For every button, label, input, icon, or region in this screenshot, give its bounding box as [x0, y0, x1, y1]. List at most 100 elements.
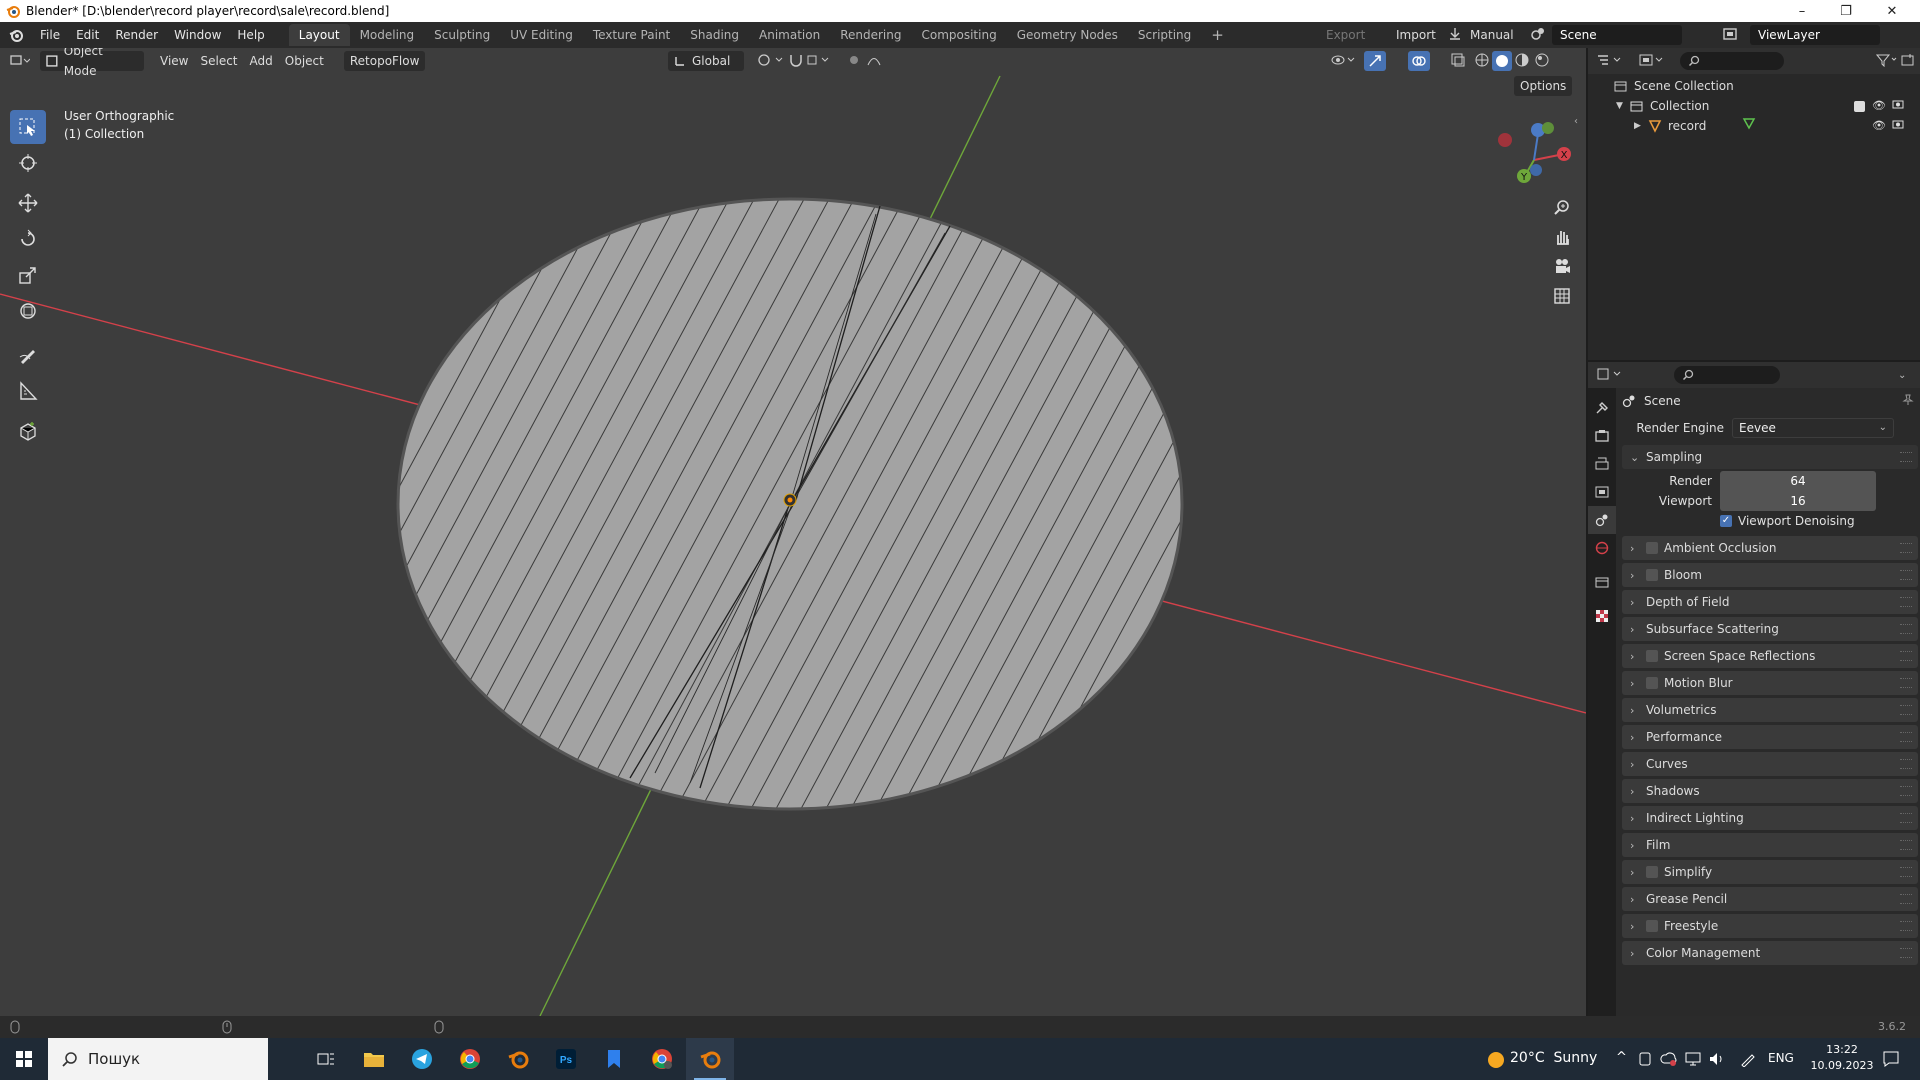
tab-geometry-nodes[interactable]: Geometry Nodes: [1007, 24, 1128, 46]
drag-grip-icon[interactable]: [1900, 948, 1912, 958]
drag-grip-icon[interactable]: [1900, 651, 1912, 661]
bookmark-app-icon[interactable]: [590, 1038, 638, 1080]
drag-grip-icon[interactable]: [1900, 570, 1912, 580]
viewlayer-icon[interactable]: [1722, 26, 1738, 45]
tray-chevron-up-icon[interactable]: ^: [1616, 1050, 1627, 1065]
manual-button[interactable]: Manual: [1464, 25, 1520, 45]
outliner-collection[interactable]: ▼ Collection 👁: [1588, 96, 1920, 116]
measure-tool[interactable]: [10, 374, 46, 408]
solid-shading-icon[interactable]: [1492, 51, 1512, 71]
tray-app-icon[interactable]: [1638, 1051, 1652, 1070]
section-shadows[interactable]: › Shadows: [1622, 779, 1918, 803]
section-grease-pencil[interactable]: › Grease Pencil: [1622, 887, 1918, 911]
viewport-menu-select[interactable]: Select: [194, 51, 243, 71]
rendered-shading-icon[interactable]: [1534, 52, 1550, 71]
expand-arrow-icon[interactable]: ▶: [1634, 116, 1648, 136]
chrome-icon[interactable]: [446, 1038, 494, 1080]
viewport-denoising-row[interactable]: ✓ Viewport Denoising: [1622, 510, 1918, 532]
viewport-denoising-checkbox[interactable]: ✓: [1720, 515, 1732, 527]
viewport-options-button[interactable]: Options: [1514, 76, 1573, 96]
tab-modeling[interactable]: Modeling: [350, 24, 425, 46]
outliner-object-record[interactable]: ▶ record 👁: [1588, 116, 1920, 136]
collection-exclude-checkbox[interactable]: [1854, 100, 1865, 112]
menu-render[interactable]: Render: [107, 22, 166, 48]
restore-button[interactable]: ❐: [1824, 0, 1868, 22]
navigation-gizmo[interactable]: X Y: [1490, 116, 1580, 196]
task-view-icon[interactable]: [302, 1038, 350, 1080]
viewport-samples-field[interactable]: 16: [1720, 491, 1876, 511]
section-motion-blur[interactable]: › Motion Blur: [1622, 671, 1918, 695]
section-color-management[interactable]: › Color Management: [1622, 941, 1918, 965]
scale-tool[interactable]: [10, 258, 46, 292]
viewlayer-name-field[interactable]: ViewLayer: [1750, 25, 1880, 45]
section-ambient-occlusion[interactable]: › Ambient Occlusion: [1622, 536, 1918, 560]
section-depth-of-field[interactable]: › Depth of Field: [1622, 590, 1918, 614]
tool-tab-icon[interactable]: [1588, 394, 1616, 422]
tab-shading[interactable]: Shading: [680, 24, 749, 46]
display-mode-icon[interactable]: [1638, 53, 1666, 70]
blender-active-window-icon[interactable]: [686, 1038, 734, 1080]
drag-grip-icon[interactable]: [1900, 759, 1912, 769]
retopoflow-menu[interactable]: RetopoFlow: [343, 51, 426, 71]
drag-grip-icon[interactable]: [1900, 840, 1912, 850]
viewport-menu-object[interactable]: Object: [279, 51, 330, 71]
drag-grip-icon[interactable]: [1900, 624, 1912, 634]
pivot-icon[interactable]: [756, 52, 784, 71]
menu-help[interactable]: Help: [229, 22, 272, 48]
minimize-button[interactable]: –: [1780, 0, 1824, 22]
section-subsurface-scattering[interactable]: › Subsurface Scattering: [1622, 617, 1918, 641]
windows-start-icon[interactable]: [0, 1038, 48, 1080]
section-enable-checkbox[interactable]: [1646, 866, 1658, 878]
section-sampling[interactable]: ⌄ Sampling: [1622, 445, 1918, 469]
panel-options-chevron-icon[interactable]: ⌄: [1898, 370, 1906, 381]
collection-tab-icon[interactable]: [1588, 568, 1616, 596]
tray-cloud-icon[interactable]: [1660, 1051, 1678, 1070]
section-volumetrics[interactable]: › Volumetrics: [1622, 698, 1918, 722]
move-tool[interactable]: [10, 186, 46, 220]
world-tab-icon[interactable]: [1588, 534, 1616, 562]
section-curves[interactable]: › Curves: [1622, 752, 1918, 776]
tab-sculpting[interactable]: Sculpting: [424, 24, 500, 46]
sidebar-toggle-icon[interactable]: ‹: [1574, 116, 1578, 127]
weather-text[interactable]: 20°C Sunny: [1510, 1050, 1597, 1066]
transform-orientation-dropdown[interactable]: Global: [668, 51, 744, 71]
volume-icon[interactable]: [1708, 1051, 1726, 1070]
tab-animation[interactable]: Animation: [749, 24, 830, 46]
file-explorer-icon[interactable]: [350, 1038, 398, 1080]
section-enable-checkbox[interactable]: [1646, 569, 1658, 581]
drag-grip-icon[interactable]: [1900, 921, 1912, 931]
properties-editor-type-icon[interactable]: [1596, 367, 1624, 384]
section-freestyle[interactable]: › Freestyle: [1622, 914, 1918, 938]
section-film[interactable]: › Film: [1622, 833, 1918, 857]
tab-rendering[interactable]: Rendering: [830, 24, 911, 46]
transform-tool[interactable]: [10, 294, 46, 328]
tab-texture-paint[interactable]: Texture Paint: [583, 24, 680, 46]
drag-grip-icon[interactable]: [1900, 813, 1912, 823]
taskbar-search-input[interactable]: Пошук: [48, 1038, 268, 1080]
section-enable-checkbox[interactable]: [1646, 650, 1658, 662]
camera-render-icon[interactable]: [1892, 116, 1904, 136]
filter-icon[interactable]: [1875, 53, 1898, 70]
scene-tab-icon[interactable]: [1588, 506, 1616, 534]
outliner-search-input[interactable]: [1680, 52, 1784, 70]
scene-name-field[interactable]: Scene: [1552, 25, 1682, 45]
camera-render-icon[interactable]: [1892, 96, 1904, 116]
scene-selector-icon[interactable]: [1530, 26, 1546, 45]
material-shading-icon[interactable]: [1514, 52, 1530, 71]
network-icon[interactable]: [1684, 1051, 1702, 1070]
outliner-scene-collection[interactable]: Scene Collection: [1588, 76, 1920, 96]
blender-menu-icon[interactable]: [0, 28, 32, 42]
menu-file[interactable]: File: [32, 22, 68, 48]
photoshop-icon[interactable]: Ps: [542, 1038, 590, 1080]
menu-window[interactable]: Window: [166, 22, 229, 48]
drag-grip-icon[interactable]: [1900, 597, 1912, 607]
drag-grip-icon[interactable]: [1900, 705, 1912, 715]
section-simplify[interactable]: › Simplify: [1622, 860, 1918, 884]
proportional-edit-icon[interactable]: [846, 52, 890, 71]
tab-scripting[interactable]: Scripting: [1128, 24, 1201, 46]
editor-type-icon[interactable]: [10, 53, 32, 70]
render-tab-icon[interactable]: [1588, 422, 1616, 450]
zoom-icon[interactable]: [1550, 195, 1574, 219]
texture-tab-icon[interactable]: [1588, 602, 1616, 630]
render-samples-field[interactable]: 64: [1720, 471, 1876, 491]
